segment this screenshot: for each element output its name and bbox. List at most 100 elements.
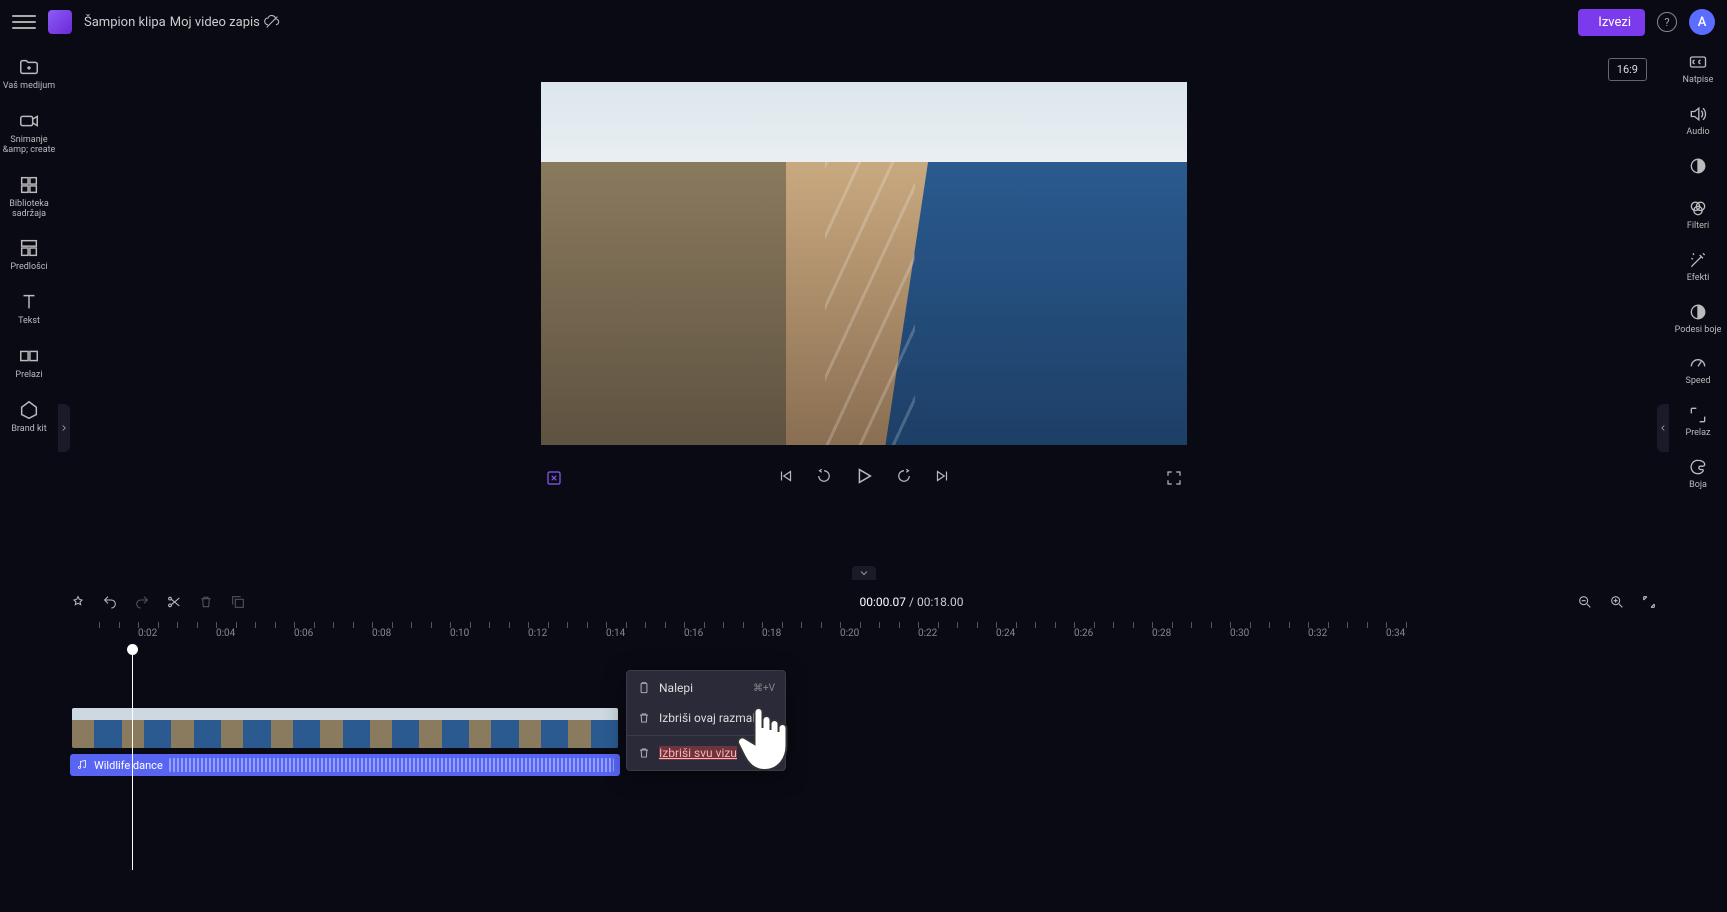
- avatar[interactable]: A: [1689, 9, 1715, 35]
- redo-icon[interactable]: [134, 594, 150, 610]
- video-preview[interactable]: [541, 82, 1187, 445]
- undo-icon[interactable]: [102, 594, 118, 610]
- cloud-sync-icon: [264, 14, 280, 30]
- right-sidebar: Natpise Audio Filteri Efekti Podesi boje…: [1669, 44, 1727, 912]
- sidebar-item-adjust-colors[interactable]: Podesi boje: [1675, 302, 1722, 336]
- timeline-ruler[interactable]: 0:020:040:060:080:100:120:140:160:180:20…: [58, 622, 1669, 650]
- ctx-delete-gap[interactable]: Izbriši ovaj razmak: [627, 703, 785, 733]
- library-icon: [18, 174, 40, 196]
- filters-icon: [1688, 198, 1708, 218]
- sidebar-item-transitions[interactable]: Prelazi: [15, 345, 42, 381]
- breadcrumb-champion: Šampion klipa: [84, 15, 166, 30]
- transport-controls: [541, 465, 1187, 491]
- sidebar-item-captions[interactable]: Natpise: [1683, 52, 1714, 86]
- audio-clip[interactable]: Wildlife dance: [70, 754, 620, 776]
- total-time: 00:18.00: [917, 595, 964, 609]
- ctx-paste[interactable]: Nalepi ⌘+V: [627, 673, 785, 703]
- text-icon: [18, 291, 40, 313]
- duplicate-icon[interactable]: [230, 594, 246, 610]
- skip-forward-button[interactable]: [933, 467, 951, 489]
- sidebar-item-your-media[interactable]: Vaš medijum: [3, 56, 55, 92]
- play-icon: [853, 465, 875, 487]
- ruler-mark: 0:14: [606, 628, 625, 639]
- zoom-out-icon[interactable]: [1577, 594, 1593, 610]
- rewind-button[interactable]: [815, 467, 833, 489]
- export-label: Izvezi: [1598, 15, 1631, 30]
- sidebar-item-fade[interactable]: [1688, 156, 1708, 180]
- ruler-mark: 0:08: [372, 628, 391, 639]
- auto-enhance-icon[interactable]: [545, 469, 563, 487]
- forward-button[interactable]: [895, 467, 913, 489]
- ctx-separator: [627, 735, 785, 736]
- aspect-ratio-button[interactable]: 16:9: [1608, 58, 1647, 81]
- fit-icon[interactable]: [1641, 594, 1657, 610]
- ctx-delete-all-visible[interactable]: Izbriši svu vizu: [627, 738, 785, 768]
- play-button[interactable]: [853, 465, 875, 491]
- ruler-mark: 0:02: [138, 628, 157, 639]
- palette-icon: [1688, 457, 1708, 477]
- context-menu: Nalepi ⌘+V Izbriši ovaj razmak Izbriši s…: [626, 670, 786, 771]
- fullscreen-icon[interactable]: [1165, 469, 1183, 487]
- paste-icon: [637, 681, 651, 695]
- sidebar-item-audio[interactable]: Audio: [1686, 104, 1709, 138]
- sidebar-item-filters[interactable]: Filteri: [1687, 198, 1709, 232]
- scissors-icon[interactable]: [166, 594, 182, 610]
- cc-icon: [1688, 52, 1708, 72]
- skip-back-icon: [777, 467, 795, 485]
- sidebar-item-color[interactable]: Boja: [1688, 457, 1708, 491]
- trash-icon: [637, 746, 651, 760]
- sidebar-item-text[interactable]: Tekst: [18, 291, 40, 327]
- audio-clip-label: Wildlife dance: [94, 759, 163, 772]
- ruler-mark: 0:24: [996, 628, 1015, 639]
- sidebar-item-brand-kit[interactable]: Brand kit: [11, 399, 46, 435]
- timeline-collapse-button[interactable]: [852, 566, 876, 580]
- camera-icon: [18, 110, 40, 132]
- contrast-icon: [1688, 302, 1708, 322]
- topbar-left: Šampion klipa Moj video zapis: [12, 10, 280, 34]
- magic-cut-icon[interactable]: [70, 594, 86, 610]
- ruler-mark: 0:06: [294, 628, 313, 639]
- sidebar-item-transition[interactable]: Prelaz: [1686, 405, 1711, 439]
- chevron-down-icon: [858, 567, 870, 579]
- hamburger-menu[interactable]: [12, 10, 36, 34]
- ruler-mark: 0:30: [1230, 628, 1249, 639]
- zoom-in-icon[interactable]: [1609, 594, 1625, 610]
- sidebar-item-templates[interactable]: Predlošci: [10, 237, 47, 273]
- preview-stage: 16:9: [58, 44, 1669, 582]
- sidebar-item-library[interactable]: Biblioteka sadržaja: [2, 174, 56, 220]
- left-sidebar: Vaš medijum Snimanje &amp; create Biblio…: [0, 44, 58, 912]
- help-button[interactable]: ?: [1657, 12, 1677, 32]
- ruler-mark: 0:12: [528, 628, 547, 639]
- ruler-mark: 0:32: [1308, 628, 1327, 639]
- wand-icon: [1688, 250, 1708, 270]
- ruler-mark: 0:20: [840, 628, 859, 639]
- breadcrumb-project: Moj video zapis: [170, 15, 260, 30]
- ruler-mark: 0:18: [762, 628, 781, 639]
- rewind-icon: [815, 467, 833, 485]
- timecode: 00:00.07 / 00:18.00: [860, 595, 964, 609]
- templates-icon: [18, 237, 40, 259]
- transitions-icon: [18, 345, 40, 367]
- topbar-right: Izvezi ? A: [1578, 9, 1715, 36]
- timeline-toolbar: 00:00.07 / 00:18.00: [58, 582, 1669, 622]
- sidebar-item-speed[interactable]: Speed: [1685, 353, 1710, 387]
- speaker-icon: [1688, 104, 1708, 124]
- current-time: 00:00.07: [860, 595, 907, 609]
- ruler-mark: 0:34: [1386, 628, 1405, 639]
- breadcrumb[interactable]: Šampion klipa Moj video zapis: [84, 14, 280, 30]
- music-note-icon: [76, 759, 88, 771]
- app-logo[interactable]: [48, 10, 72, 34]
- sidebar-item-effects[interactable]: Efekti: [1687, 250, 1710, 284]
- gauge-icon: [1688, 353, 1708, 373]
- ruler-mark: 0:04: [216, 628, 235, 639]
- trash-icon[interactable]: [198, 594, 214, 610]
- expand-icon: [1688, 405, 1708, 425]
- waveform: [169, 758, 614, 772]
- skip-back-button[interactable]: [777, 467, 795, 489]
- playhead[interactable]: [132, 650, 133, 870]
- video-clip-1[interactable]: [70, 706, 620, 750]
- export-button[interactable]: Izvezi: [1578, 9, 1645, 36]
- sidebar-item-record[interactable]: Snimanje &amp; create: [2, 110, 56, 156]
- brand-kit-icon: [18, 399, 40, 421]
- ruler-mark: 0:22: [918, 628, 937, 639]
